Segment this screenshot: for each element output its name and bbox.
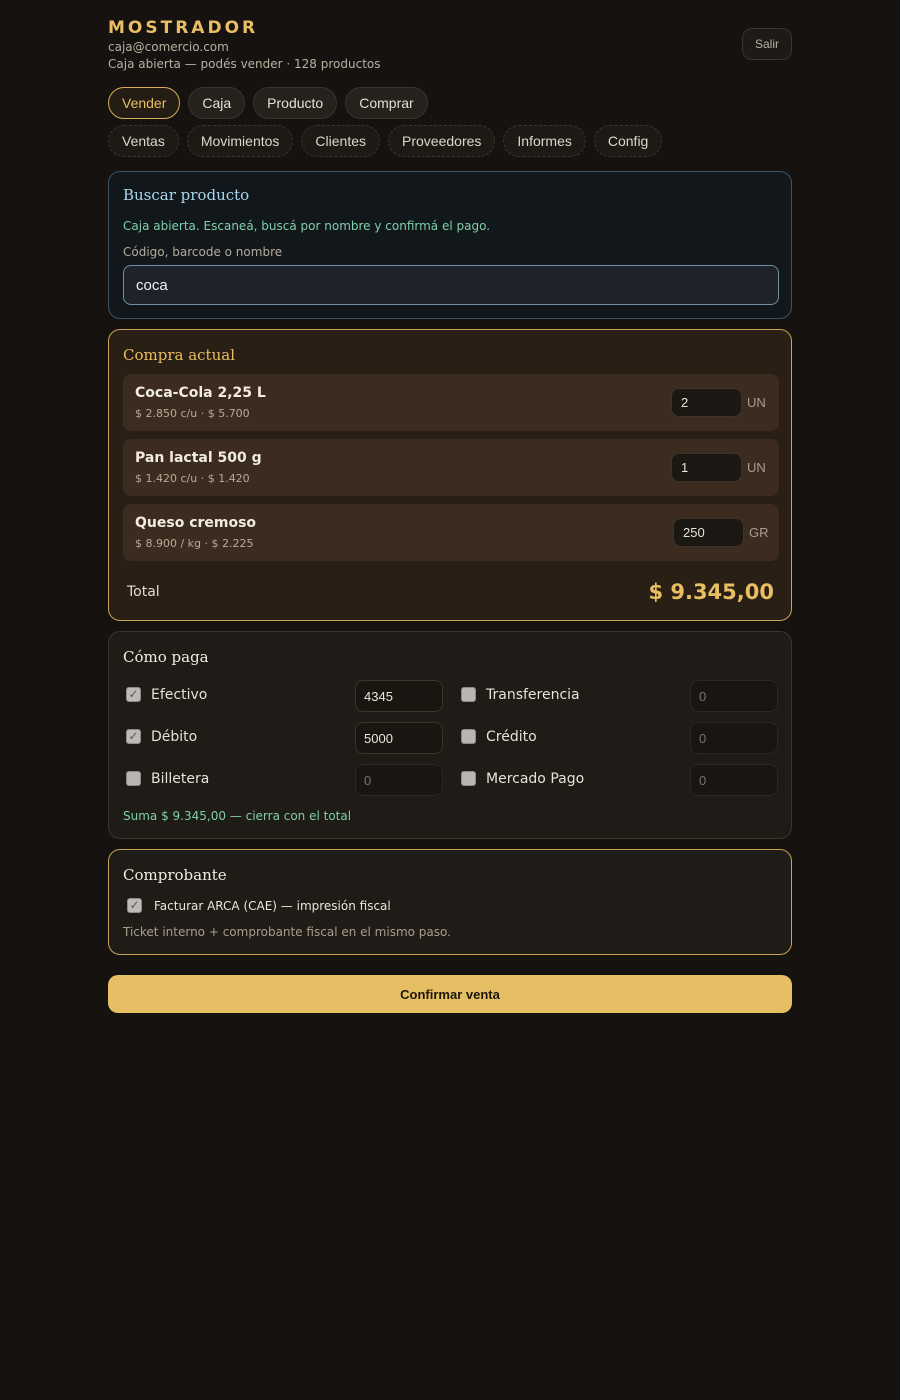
payment-card: Cómo paga ✓ Efectivo Transferencia ✓ Déb… — [108, 631, 792, 839]
search-label: Código, barcode o nombre — [123, 245, 283, 259]
receipt-title: Comprobante — [123, 866, 227, 884]
tab-movimientos[interactable]: Movimientos — [186, 125, 294, 157]
payment-method-efectivo: ✓ Efectivo — [126, 680, 444, 712]
unit-label: UN — [747, 460, 766, 475]
cart-card: Compra actual Coca-Cola 2,25 L $ 2.850 c… — [108, 329, 792, 621]
transferencia-label: Transferencia — [486, 687, 580, 703]
payment-method-debito: ✓ Débito — [126, 722, 444, 754]
cart-item-name: Coca-Cola 2,25 L — [135, 385, 266, 401]
payment-title: Cómo paga — [123, 648, 209, 666]
unit-label: GR — [749, 525, 769, 540]
logout-button[interactable]: Salir — [742, 28, 792, 60]
efectivo-label: Efectivo — [151, 687, 208, 703]
tab-proveedores[interactable]: Proveedores — [388, 125, 496, 157]
total-value: $ 9.345,00 — [648, 580, 774, 604]
search-input[interactable] — [123, 265, 779, 305]
confirm-sale-button[interactable]: Confirmar venta — [108, 975, 792, 1013]
payment-method-transferencia: Transferencia — [461, 680, 779, 712]
billetera-checkbox[interactable] — [126, 771, 141, 786]
tab-comprar[interactable]: Comprar — [345, 87, 428, 119]
search-title: Buscar producto — [123, 186, 250, 204]
cart-title: Compra actual — [123, 346, 235, 364]
search-hint: Caja abierta. Escaneá, buscá por nombre … — [123, 219, 491, 233]
receipt-note: Ticket interno + comprobante fiscal en e… — [123, 925, 451, 939]
fiscal-invoice-label: Facturar ARCA (CAE) — impresión fiscal — [154, 899, 391, 913]
cart-item-detail: $ 2.850 c/u · $ 5.700 — [135, 407, 250, 420]
tab-clientes[interactable]: Clientes — [301, 125, 381, 157]
receipt-card: Comprobante ✓ Facturar ARCA (CAE) — impr… — [108, 849, 792, 955]
quantity-input[interactable] — [671, 453, 742, 482]
debito-label: Débito — [151, 729, 198, 745]
payment-method-billetera: Billetera — [126, 764, 444, 796]
billetera-label: Billetera — [151, 771, 210, 787]
cart-item: Queso cremoso $ 8.900 / kg · $ 2.225 GR — [123, 504, 779, 561]
user-email: caja@comercio.com — [108, 40, 229, 54]
debito-amount-input[interactable] — [355, 722, 443, 754]
credito-label: Crédito — [486, 729, 537, 745]
cart-item-name: Pan lactal 500 g — [135, 450, 262, 466]
tab-producto[interactable]: Producto — [253, 87, 338, 119]
secondary-tabs: Ventas Movimientos Clientes Proveedores … — [108, 125, 663, 157]
transferencia-amount-input[interactable] — [690, 680, 778, 712]
cart-item-detail: $ 8.900 / kg · $ 2.225 — [135, 537, 254, 550]
tab-informes[interactable]: Informes — [503, 125, 586, 157]
fiscal-invoice-checkbox[interactable]: ✓ — [127, 898, 142, 913]
cart-item: Pan lactal 500 g $ 1.420 c/u · $ 1.420 U… — [123, 439, 779, 496]
brand-title: MOSTRADOR — [108, 18, 259, 38]
unit-label: UN — [747, 395, 766, 410]
mercado-pago-amount-input[interactable] — [690, 764, 778, 796]
mercado-pago-label: Mercado Pago — [486, 771, 585, 787]
total-label: Total — [127, 584, 160, 600]
credito-checkbox[interactable] — [461, 729, 476, 744]
quantity-input[interactable] — [673, 518, 744, 547]
cart-item-detail: $ 1.420 c/u · $ 1.420 — [135, 472, 250, 485]
payment-method-mercado-pago: Mercado Pago — [461, 764, 779, 796]
tab-ventas[interactable]: Ventas — [108, 125, 179, 157]
search-card: Buscar producto Caja abierta. Escaneá, b… — [108, 171, 792, 319]
efectivo-checkbox[interactable]: ✓ — [126, 687, 141, 702]
primary-tabs: Vender Caja Producto Comprar — [108, 87, 428, 119]
transferencia-checkbox[interactable] — [461, 687, 476, 702]
tab-vender[interactable]: Vender — [108, 87, 181, 119]
tab-caja[interactable]: Caja — [188, 87, 246, 119]
credito-amount-input[interactable] — [690, 722, 778, 754]
efectivo-amount-input[interactable] — [355, 680, 443, 712]
payment-method-credito: Crédito — [461, 722, 779, 754]
billetera-amount-input[interactable] — [355, 764, 443, 796]
register-status: Caja abierta — podés vender · 128 produc… — [108, 57, 381, 71]
payment-sum-status: Suma $ 9.345,00 — cierra con el total — [123, 809, 352, 823]
mercado-pago-checkbox[interactable] — [461, 771, 476, 786]
debito-checkbox[interactable]: ✓ — [126, 729, 141, 744]
cart-item-name: Queso cremoso — [135, 515, 257, 531]
quantity-input[interactable] — [671, 388, 742, 417]
cart-item: Coca-Cola 2,25 L $ 2.850 c/u · $ 5.700 U… — [123, 374, 779, 431]
tab-config[interactable]: Config — [593, 125, 663, 157]
